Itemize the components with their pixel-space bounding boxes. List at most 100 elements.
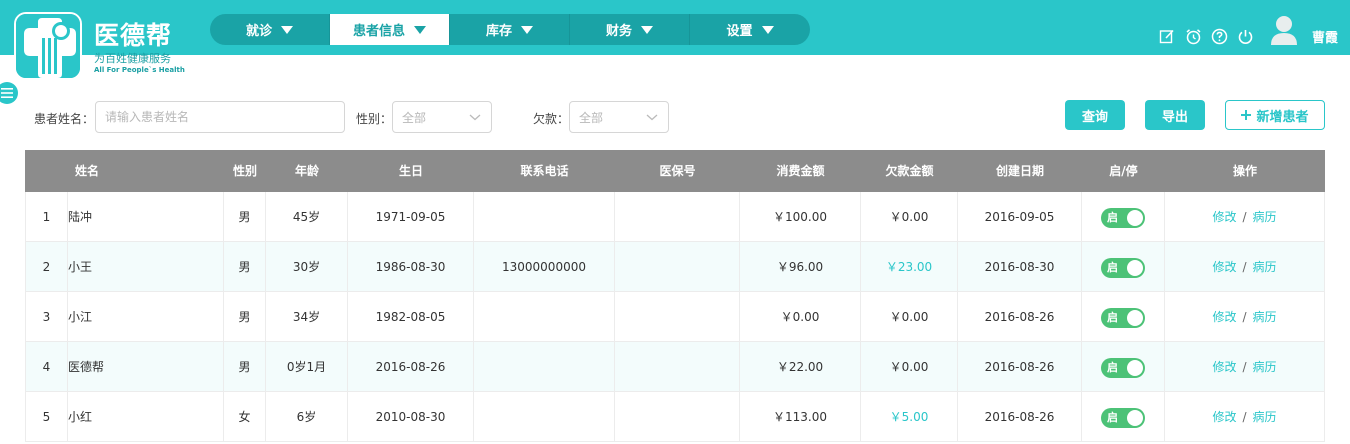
th-insurance: 医保号 [659,164,696,178]
debt-label: 欠款： [533,112,570,126]
edit-link[interactable]: 修改 [1212,360,1236,374]
cell-insurance [615,392,740,442]
edit-link[interactable]: 修改 [1212,260,1236,274]
patient-name-label: 患者姓名： [34,112,95,126]
cell-birthday: 1971-09-05 [348,192,474,242]
cell-age: 34岁 [266,292,348,342]
nav-item-visit[interactable]: 就诊 [210,14,330,45]
nav-item-inventory[interactable]: 库存 [450,14,570,45]
enable-toggle[interactable]: 启 [1101,307,1145,328]
th-gender: 性别 [232,164,257,178]
medical-record-link[interactable]: 病历 [1253,360,1277,374]
avatar[interactable] [1270,14,1298,46]
export-button[interactable]: 导出 [1145,100,1205,130]
cell-index: 4 [25,342,68,392]
cell-spent: ￥22.00 [740,342,861,392]
power-icon[interactable] [1236,27,1254,45]
th-debt: 欠款金额 [885,164,934,178]
caret-down-icon [641,25,653,34]
th-ops: 操作 [1232,164,1257,178]
gender-select[interactable]: 全部 [392,101,492,133]
toggle-label: 启 [1107,260,1118,274]
nav-item-settings[interactable]: 设置 [690,14,810,45]
cell-index: 5 [25,392,68,442]
cell-age: 6岁 [266,392,348,442]
table-body: 1 陆冲男 45岁 1971-09-05 ￥100.00 ￥0.00 2016-09-05 启… [25,192,1325,442]
toggle-knob [1127,359,1143,376]
cell-spent: ￥96.00 [740,242,861,292]
cell-gender: 男 [224,242,266,292]
cell-debt: ￥0.00 [861,192,958,242]
app-name: 医德帮 [94,21,173,50]
menu-icon [1,88,13,98]
logo-icon [14,12,82,80]
cell-birthday: 2016-08-26 [348,342,474,392]
caret-down-icon [761,25,774,34]
sidebar-toggle[interactable] [0,82,18,104]
cell-birthday: 1982-08-05 [348,292,474,342]
cell-index: 3 [25,292,68,342]
query-button[interactable]: 查询 [1065,100,1125,130]
cell-created: 2016-08-26 [958,392,1082,442]
cell-name: 小江 [68,292,224,342]
edit-icon[interactable] [1158,27,1176,45]
nav-item-patient-info[interactable]: 患者信息 [330,14,450,45]
op-separator: / [1242,360,1247,374]
th-enabled: 启/停 [1109,164,1138,178]
nav-item-label: 财务 [605,24,632,39]
patient-name-input[interactable] [95,101,345,133]
cell-index: 2 [25,242,68,292]
add-patient-button[interactable]: 新增患者 [1225,100,1325,130]
edit-link[interactable]: 修改 [1212,410,1236,424]
app-logo[interactable]: 医德帮 为百姓健康服务 All For People`s Health [14,6,194,80]
cell-age: 30岁 [266,242,348,292]
op-separator: / [1242,210,1247,224]
cell-created: 2016-08-26 [958,342,1082,392]
medical-record-link[interactable]: 病历 [1253,260,1277,274]
cell-index: 1 [25,192,68,242]
cell-spent: ￥100.00 [740,192,861,242]
table-row[interactable]: 3 小江男 34岁 1982-08-05 ￥0.00 ￥0.00 2016-08-26 启修改… [25,292,1325,342]
cell-debt: ￥5.00 [861,392,958,442]
enable-toggle[interactable]: 启 [1101,357,1145,378]
patient-table: 姓名 性别 年龄 生日 联系电话 医保号 消费金额 欠款金额 创建日期 启/停 操作 1 陆冲男 45岁… [25,150,1325,442]
table-row[interactable]: 1 陆冲男 45岁 1971-09-05 ￥100.00 ￥0.00 2016-09-05 启… [25,192,1325,242]
gender-label: 性别： [356,112,393,126]
toggle-label: 启 [1107,310,1118,324]
cell-enabled: 启 [1082,342,1165,392]
main-nav: 就诊 患者信息 库存 财务 设置 [210,14,810,45]
cell-insurance [615,192,740,242]
enable-toggle[interactable]: 启 [1101,257,1145,278]
edit-link[interactable]: 修改 [1212,310,1236,324]
th-created: 创建日期 [995,164,1044,178]
cell-debt: ￥23.00 [861,242,958,292]
enable-toggle[interactable]: 启 [1101,207,1145,228]
cell-spent: ￥113.00 [740,392,861,442]
toggle-knob [1127,309,1143,326]
cell-gender: 男 [224,292,266,342]
th-phone: 联系电话 [520,164,569,178]
medical-record-link[interactable]: 病历 [1253,410,1277,424]
table-row[interactable]: 5 小红女 6岁 2010-08-30 ￥113.00 ￥5.00 2016-08-26 启 修… [25,392,1325,442]
nav-item-finance[interactable]: 财务 [570,14,690,45]
cell-ops: 修改 / 病历 [1165,242,1325,292]
edit-link[interactable]: 修改 [1212,210,1236,224]
enable-toggle[interactable]: 启 [1101,407,1145,428]
table-row[interactable]: 2 小王男 30岁 1986-08-30 13000000000 ￥96.00 ￥23.00… [25,242,1325,292]
debt-select[interactable]: 全部 [569,101,669,133]
cell-ops: 修改 / 病历 [1165,292,1325,342]
cell-enabled: 启 [1082,292,1165,342]
cell-insurance [615,292,740,342]
medical-record-link[interactable]: 病历 [1253,210,1277,224]
cell-age: 0岁1月 [266,342,348,392]
toggle-knob [1127,209,1143,226]
help-icon[interactable] [1210,27,1228,45]
cell-gender: 男 [224,192,266,242]
medical-record-link[interactable]: 病历 [1253,310,1277,324]
table-row[interactable]: 4 医德帮男 0岁1月 2016-08-26 ￥22.00 ￥0.00 2016-08-26… [25,342,1325,392]
cell-gender: 女 [224,392,266,442]
cell-gender: 男 [224,342,266,392]
th-name: 姓名 [75,164,100,178]
username[interactable]: 曹霞 [1312,27,1338,46]
alarm-icon[interactable] [1184,27,1202,45]
